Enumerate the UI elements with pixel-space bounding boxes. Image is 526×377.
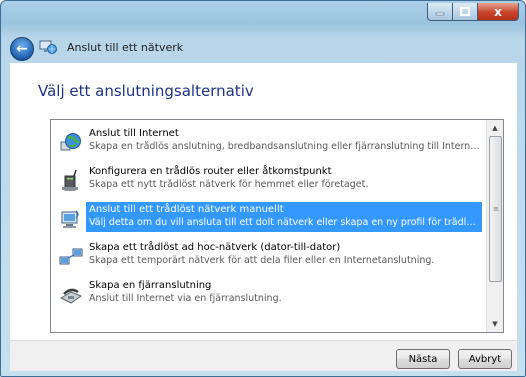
- option-description: Skapa ett nytt trådlöst nätverk för hemm…: [89, 179, 369, 190]
- connection-options-list[interactable]: Anslut till Internet Skapa en trådlös an…: [50, 119, 504, 333]
- minimize-button[interactable]: [427, 3, 453, 21]
- network-wizard-icon: [39, 40, 57, 54]
- scroll-up-arrow-icon: ▲: [492, 124, 498, 132]
- wizard-window: x ← Anslut till ett nätverk Välj ett ans…: [0, 0, 526, 377]
- wireless-router-icon: [62, 170, 78, 191]
- option-dialup[interactable]: Skapa en fjärranslutning Anslut till Int…: [55, 278, 482, 311]
- window-title: Anslut till ett nätverk: [67, 41, 184, 54]
- cancel-button[interactable]: Avbryt: [458, 349, 512, 369]
- page-heading: Välj ett anslutningsalternativ: [38, 82, 254, 100]
- caption-buttons: x: [427, 3, 519, 21]
- option-label: Konfigurera en trådlös router eller åtko…: [89, 166, 332, 177]
- option-adhoc-network[interactable]: Skapa ett trådlöst ad hoc-nätverk (dator…: [55, 240, 482, 273]
- next-button[interactable]: Nästa: [396, 349, 450, 369]
- adhoc-network-icon: [59, 248, 83, 265]
- back-arrow-icon: ←: [16, 41, 28, 57]
- option-label: Skapa en fjärranslutning: [89, 280, 212, 291]
- option-description: Skapa ett temporärt nätverk för att dela…: [89, 255, 435, 266]
- dialup-modem-icon: [59, 288, 83, 304]
- scroll-down-button[interactable]: ▼: [487, 316, 503, 332]
- option-label: Anslut till Internet: [89, 128, 179, 139]
- scroll-down-arrow-icon: ▼: [492, 320, 498, 328]
- maximize-button[interactable]: [453, 3, 478, 21]
- close-button[interactable]: x: [478, 3, 519, 21]
- option-connect-internet[interactable]: Anslut till Internet Skapa en trådlös an…: [55, 126, 482, 159]
- title-bar: x ← Anslut till ett nätverk: [1, 1, 525, 63]
- scroll-thumb[interactable]: ≡: [489, 136, 502, 282]
- option-configure-router[interactable]: Konfigurera en trådlös router eller åtko…: [55, 164, 482, 197]
- option-manual-wireless[interactable]: Anslut till ett trådlöst nätverk manuell…: [55, 202, 482, 235]
- content-area: Välj ett anslutningsalternativ Anslut ti…: [10, 63, 517, 340]
- option-description: Anslut till Internet via en fjärranslutn…: [89, 293, 282, 304]
- scroll-grip-icon: ≡: [493, 205, 499, 213]
- option-label: Anslut till ett trådlöst nätverk manuell…: [89, 204, 284, 215]
- back-button[interactable]: ←: [10, 37, 34, 61]
- button-bar: Nästa Avbryt: [10, 340, 517, 371]
- option-description: Välj detta om du vill ansluta till ett d…: [89, 217, 481, 228]
- option-label: Skapa ett trådlöst ad hoc-nätverk (dator…: [89, 242, 341, 253]
- wireless-computer-icon: [61, 210, 79, 228]
- close-icon: x: [494, 4, 502, 19]
- option-description: Skapa en trådlös anslutning, bredbandsan…: [89, 141, 481, 152]
- minimize-icon: [435, 12, 445, 15]
- globe-network-icon: [60, 133, 81, 151]
- scroll-up-button[interactable]: ▲: [487, 120, 503, 136]
- list-scrollbar[interactable]: ▲ ≡ ▼: [486, 120, 503, 332]
- maximize-icon: [460, 7, 470, 16]
